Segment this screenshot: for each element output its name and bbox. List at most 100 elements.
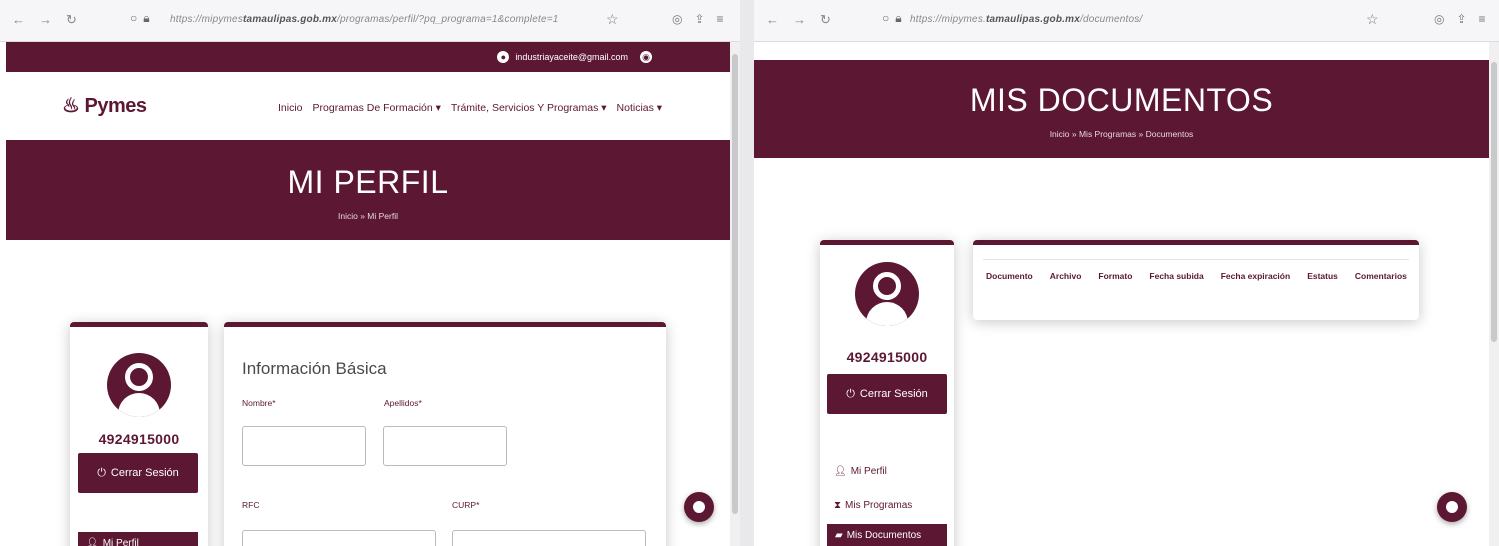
nombre-label: Nombre* <box>242 398 276 408</box>
col-formato: Formato <box>1098 271 1133 281</box>
url-security-icons: ○ 🔒︎ <box>130 11 150 26</box>
chat-button[interactable] <box>684 492 714 522</box>
page-scrollbar[interactable] <box>1489 42 1499 546</box>
pocket-icon[interactable]: ◎ <box>1434 12 1444 26</box>
browser-toolbar: ← → ↻ ○ 🔒︎ https://mipymestamaulipas.gob… <box>0 0 740 42</box>
bookmark-star-icon[interactable]: ☆ <box>606 11 619 28</box>
scroll-thumb[interactable] <box>1491 62 1497 342</box>
url-prefix: https://mipymes. <box>910 14 986 25</box>
menu-icon[interactable]: ≡ <box>1479 12 1486 26</box>
sidebar-item-mi-perfil[interactable]: 👤︎ Mi Perfil <box>834 466 887 477</box>
forward-icon[interactable]: → <box>39 12 52 28</box>
lock-icon[interactable]: 🔒︎ <box>143 11 149 26</box>
nav-item-tramites[interactable]: Trámite, Servicios Y Programas ▾ <box>451 102 607 114</box>
nav-buttons: ← → ↻ <box>12 12 77 28</box>
forward-icon[interactable]: → <box>793 12 806 28</box>
table-divider <box>983 259 1409 260</box>
sidebar-item-mis-documentos[interactable]: ▰ Mis Documentos <box>827 524 947 546</box>
back-icon[interactable]: ← <box>766 12 779 28</box>
apellidos-field[interactable] <box>383 426 507 466</box>
user-icon: 👤︎ <box>834 466 847 477</box>
toolbar-right-icons: ◎ ⇪ ≡ <box>1434 12 1486 26</box>
url-host: tamaulipas.gob.mx <box>986 14 1080 25</box>
curp-field[interactable] <box>452 530 646 546</box>
logout-label: Cerrar Sesión <box>110 467 179 479</box>
nav-buttons: ← → ↻ <box>766 12 831 28</box>
extension-icon[interactable]: ⇪ <box>1456 12 1466 26</box>
sidebar-item-mi-perfil[interactable]: 👤︎ Mi Perfil <box>78 532 198 546</box>
url-prefix: https://mipymes <box>170 14 244 25</box>
logo-icon: ♨ <box>62 95 80 117</box>
rfc-field[interactable] <box>242 530 436 546</box>
shield-icon[interactable]: ○ <box>130 11 137 26</box>
nombre-field[interactable] <box>242 426 366 466</box>
url-path: /documentos/ <box>1079 14 1143 25</box>
profile-card: 4924915000 ⏻ Cerrar Sesión 👤︎ Mi Perfil … <box>820 240 954 546</box>
nav-item-programas[interactable]: Programas De Formación ▾ <box>313 102 441 114</box>
sidebar-item-mis-programas[interactable]: ⧗ Mis Programas <box>834 500 912 511</box>
shield-icon[interactable]: ○ <box>882 11 889 26</box>
documents-table-card: Documento Archivo Formato Fecha subida F… <box>973 240 1419 320</box>
chat-icon <box>693 501 705 513</box>
sidebar-item-label: Mi Perfil <box>102 538 139 546</box>
reload-icon[interactable]: ↻ <box>66 12 77 28</box>
sidebar-item-label: Mis Documentos <box>846 530 922 541</box>
profile-card: 4924915000 ⏻ Cerrar Sesión 👤︎ Mi Perfil <box>70 322 208 546</box>
user-id: 4924915000 <box>846 349 928 365</box>
breadcrumb[interactable]: Inicio » Mi Perfil <box>6 211 730 221</box>
main-navigation: Inicio Programas De Formación ▾ Trámite,… <box>278 102 662 114</box>
user-icon: 👤︎ <box>86 538 99 546</box>
avatar-icon <box>855 262 919 326</box>
toolbar-right-icons: ◎ ⇪ ≡ <box>672 12 724 26</box>
folder-icon: ▰ <box>835 530 843 541</box>
avatar-icon <box>107 353 171 417</box>
sidebar-item-label: Mi Perfil <box>850 466 887 477</box>
nav-item-inicio[interactable]: Inicio <box>278 102 303 114</box>
pocket-icon[interactable]: ◎ <box>672 12 682 26</box>
url-host: tamaulipas.gob.mx <box>243 14 338 25</box>
rfc-label: RFC <box>242 500 260 510</box>
user-id: 4924915000 <box>98 431 180 447</box>
site-header: ♨ Pymes Inicio Programas De Formación ▾ … <box>6 72 730 140</box>
user-icon: ● <box>497 51 510 63</box>
logout-button[interactable]: ⏻ Cerrar Sesión <box>827 374 947 414</box>
curp-label: CURP* <box>452 500 480 510</box>
apellidos-label: Apellidos* <box>384 398 422 408</box>
address-bar[interactable]: https://mipymes.tamaulipas.gob.mx/docume… <box>910 14 1142 25</box>
chat-button[interactable] <box>1437 492 1467 522</box>
page-scrollbar[interactable] <box>730 42 740 546</box>
page-title: MIS DOCUMENTOS <box>969 82 1274 118</box>
extension-icon[interactable]: ⇪ <box>694 12 704 26</box>
power-icon: ⏻ <box>846 387 855 400</box>
url-path: /programas/perfil/?pq_programa=1&complet… <box>337 14 559 25</box>
user-email[interactable]: industriayaceite@gmail.com <box>515 52 628 62</box>
menu-icon[interactable]: ≡ <box>717 12 724 26</box>
programs-icon: ⧗ <box>834 500 842 511</box>
top-info-strip: ● industriayaceite@gmail.com ◉ <box>6 42 730 72</box>
col-documento: Documento <box>986 271 1033 281</box>
site-logo[interactable]: ♨ Pymes <box>62 93 147 118</box>
right-browser-window: ← → ↻ ○ 🔒︎ https://mipymes.tamaulipas.go… <box>754 0 1499 546</box>
col-fecha-subida: Fecha subida <box>1149 271 1204 281</box>
address-bar[interactable]: https://mipymestamaulipas.gob.mx/program… <box>170 14 559 25</box>
settings-icon[interactable]: ◉ <box>640 51 652 63</box>
browser-toolbar: ← → ↻ ○ 🔒︎ https://mipymes.tamaulipas.go… <box>754 0 1499 42</box>
bookmark-star-icon[interactable]: ☆ <box>1366 11 1379 28</box>
url-security-icons: ○ 🔒︎ <box>882 11 902 26</box>
logout-label: Cerrar Sesión <box>859 388 928 400</box>
sidebar-item-label: Mis Programas <box>845 500 913 511</box>
power-icon: ⏻ <box>97 466 106 479</box>
form-title: Información Básica <box>242 359 387 378</box>
lock-icon[interactable]: 🔒︎ <box>895 11 901 26</box>
scroll-thumb[interactable] <box>732 54 738 514</box>
page-hero: MI PERFIL Inicio » Mi Perfil <box>6 140 730 240</box>
breadcrumb[interactable]: Inicio » Mis Programas » Documentos <box>754 129 1489 139</box>
nav-item-noticias[interactable]: Noticias ▾ <box>617 102 663 114</box>
col-comentarios: Comentarios <box>1354 271 1407 281</box>
logout-button[interactable]: ⏻ Cerrar Sesión <box>78 453 198 493</box>
reload-icon[interactable]: ↻ <box>820 12 831 28</box>
left-browser-window: ← → ↻ ○ 🔒︎ https://mipymestamaulipas.gob… <box>0 0 740 546</box>
col-estatus: Estatus <box>1307 271 1338 281</box>
back-icon[interactable]: ← <box>12 12 25 28</box>
table-header-row: Documento Archivo Formato Fecha subida F… <box>986 271 1407 281</box>
